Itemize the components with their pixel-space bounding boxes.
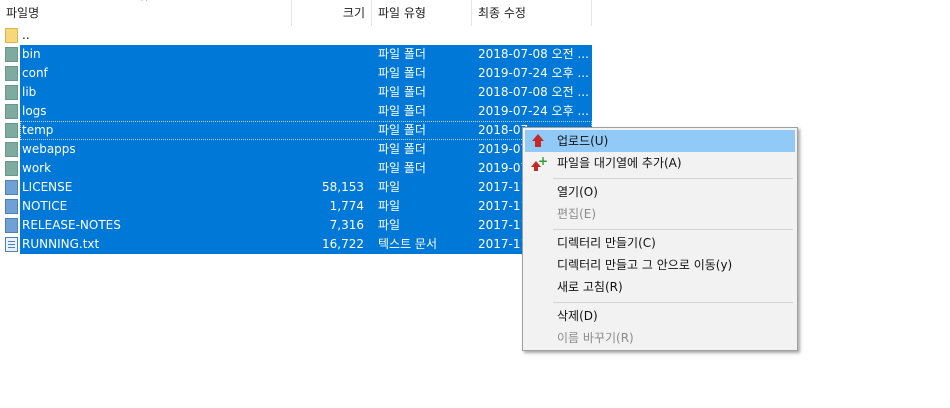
file-size <box>292 45 364 64</box>
file-name: lib <box>22 85 37 99</box>
menu-separator <box>553 229 793 230</box>
menu-item-open[interactable]: 열기(O) <box>525 181 795 203</box>
folder-icon <box>5 47 18 62</box>
file-type: 파일 <box>378 180 401 194</box>
folder-icon <box>5 66 18 81</box>
file-name: LICENSE <box>22 180 73 194</box>
file-size <box>292 140 364 159</box>
menu-separator <box>553 302 793 303</box>
folder-icon <box>5 142 18 157</box>
list-item[interactable]: conf 파일 폴더 2019-07-24 오후 ... <box>0 64 592 83</box>
file-type: 텍스트 문서 <box>378 237 438 251</box>
file-name: webapps <box>22 142 76 156</box>
file-name: temp <box>22 123 54 137</box>
menu-item-upload[interactable]: 업로드(U) <box>525 130 795 152</box>
list-item[interactable]: work 파일 폴더 2019-07 <box>0 159 592 178</box>
menu-separator <box>553 178 793 179</box>
file-size <box>292 64 364 83</box>
file-icon <box>5 199 18 214</box>
file-name: RELEASE-NOTES <box>22 218 121 232</box>
column-header-type[interactable]: 파일 유형 <box>372 0 472 26</box>
file-type: 파일 폴더 <box>378 85 426 99</box>
list-item[interactable]: NOTICE 1,774 파일 2017-11 <box>0 197 592 216</box>
file-icon <box>5 218 18 233</box>
menu-item-edit: 편집(E) <box>557 207 597 221</box>
file-name: logs <box>22 104 47 118</box>
file-size <box>292 83 364 102</box>
menu-item-create-directory[interactable]: 디렉터리 만들기(C) <box>525 232 795 254</box>
folder-icon <box>5 123 18 138</box>
file-type: 파일 폴더 <box>378 47 426 61</box>
parent-folder-icon <box>5 28 18 43</box>
sort-ascending-icon: ^ <box>140 0 149 8</box>
list-item[interactable]: RUNNING.txt 16,722 텍스트 문서 2017-11 <box>0 235 592 254</box>
list-item-parent[interactable]: .. <box>0 26 592 45</box>
file-icon <box>5 180 18 195</box>
file-modified: 2018-07-08 오전 ... <box>478 47 589 61</box>
file-name: .. <box>22 28 30 42</box>
file-modified: 2019-07-24 오후 ... <box>478 66 589 80</box>
context-menu: 업로드(U) + 파일을 대기열에 추가(A) 열기(O) 편집(E) 디렉터리… <box>522 127 798 351</box>
folder-icon <box>5 85 18 100</box>
file-type: 파일 폴더 <box>378 123 426 137</box>
file-name: conf <box>22 66 48 80</box>
file-type: 파일 <box>378 199 401 213</box>
file-type: 파일 폴더 <box>378 142 426 156</box>
column-header-bar: 파일명 ^ 크기 파일 유형 최종 수정 <box>0 0 950 26</box>
column-header-size[interactable]: 크기 <box>292 0 372 26</box>
file-size <box>292 159 364 178</box>
file-type: 파일 폴더 <box>378 66 426 80</box>
list-item[interactable]: logs 파일 폴더 2019-07-24 오후 ... <box>0 102 592 121</box>
file-modified: 2019-07-24 오후 ... <box>478 104 589 118</box>
list-item[interactable]: bin 파일 폴더 2018-07-08 오전 ... <box>0 45 592 64</box>
menu-item-rename: 이름 바꾸기(R) <box>557 331 634 345</box>
column-header-modified[interactable]: 최종 수정 <box>472 0 592 26</box>
file-name: bin <box>22 47 41 61</box>
add-to-queue-icon: + <box>531 155 548 171</box>
list-item[interactable]: temp 파일 폴더 2018-07 <box>0 121 592 140</box>
file-modified: 2018-07-08 오전 ... <box>478 85 589 99</box>
file-size: 7,316 <box>329 218 364 232</box>
file-name: work <box>22 161 52 175</box>
file-name: NOTICE <box>22 199 68 213</box>
folder-icon <box>5 161 18 176</box>
list-item[interactable]: LICENSE 58,153 파일 2017-11 <box>0 178 592 197</box>
text-file-icon <box>5 237 18 252</box>
menu-item-refresh[interactable]: 새로 고침(R) <box>525 276 795 298</box>
file-size <box>292 102 364 121</box>
list-item[interactable]: webapps 파일 폴더 2019-07 <box>0 140 592 159</box>
folder-icon <box>5 104 18 119</box>
menu-item-create-directory-enter[interactable]: 디렉터리 만들고 그 안으로 이동(y) <box>525 254 795 276</box>
file-type: 파일 폴더 <box>378 104 426 118</box>
upload-arrow-icon <box>531 134 545 148</box>
menu-item-add-to-queue[interactable]: + 파일을 대기열에 추가(A) <box>525 152 795 174</box>
file-size: 58,153 <box>322 180 364 194</box>
file-name: RUNNING.txt <box>22 237 100 251</box>
file-type: 파일 폴더 <box>378 161 426 175</box>
file-size <box>292 121 364 140</box>
list-item[interactable]: RELEASE-NOTES 7,316 파일 2017-11 <box>0 216 592 235</box>
file-size: 16,722 <box>322 237 364 251</box>
list-item[interactable]: lib 파일 폴더 2018-07-08 오전 ... <box>0 83 592 102</box>
file-type: 파일 <box>378 218 401 232</box>
menu-item-delete[interactable]: 삭제(D) <box>525 305 795 327</box>
file-size: 1,774 <box>329 199 364 213</box>
